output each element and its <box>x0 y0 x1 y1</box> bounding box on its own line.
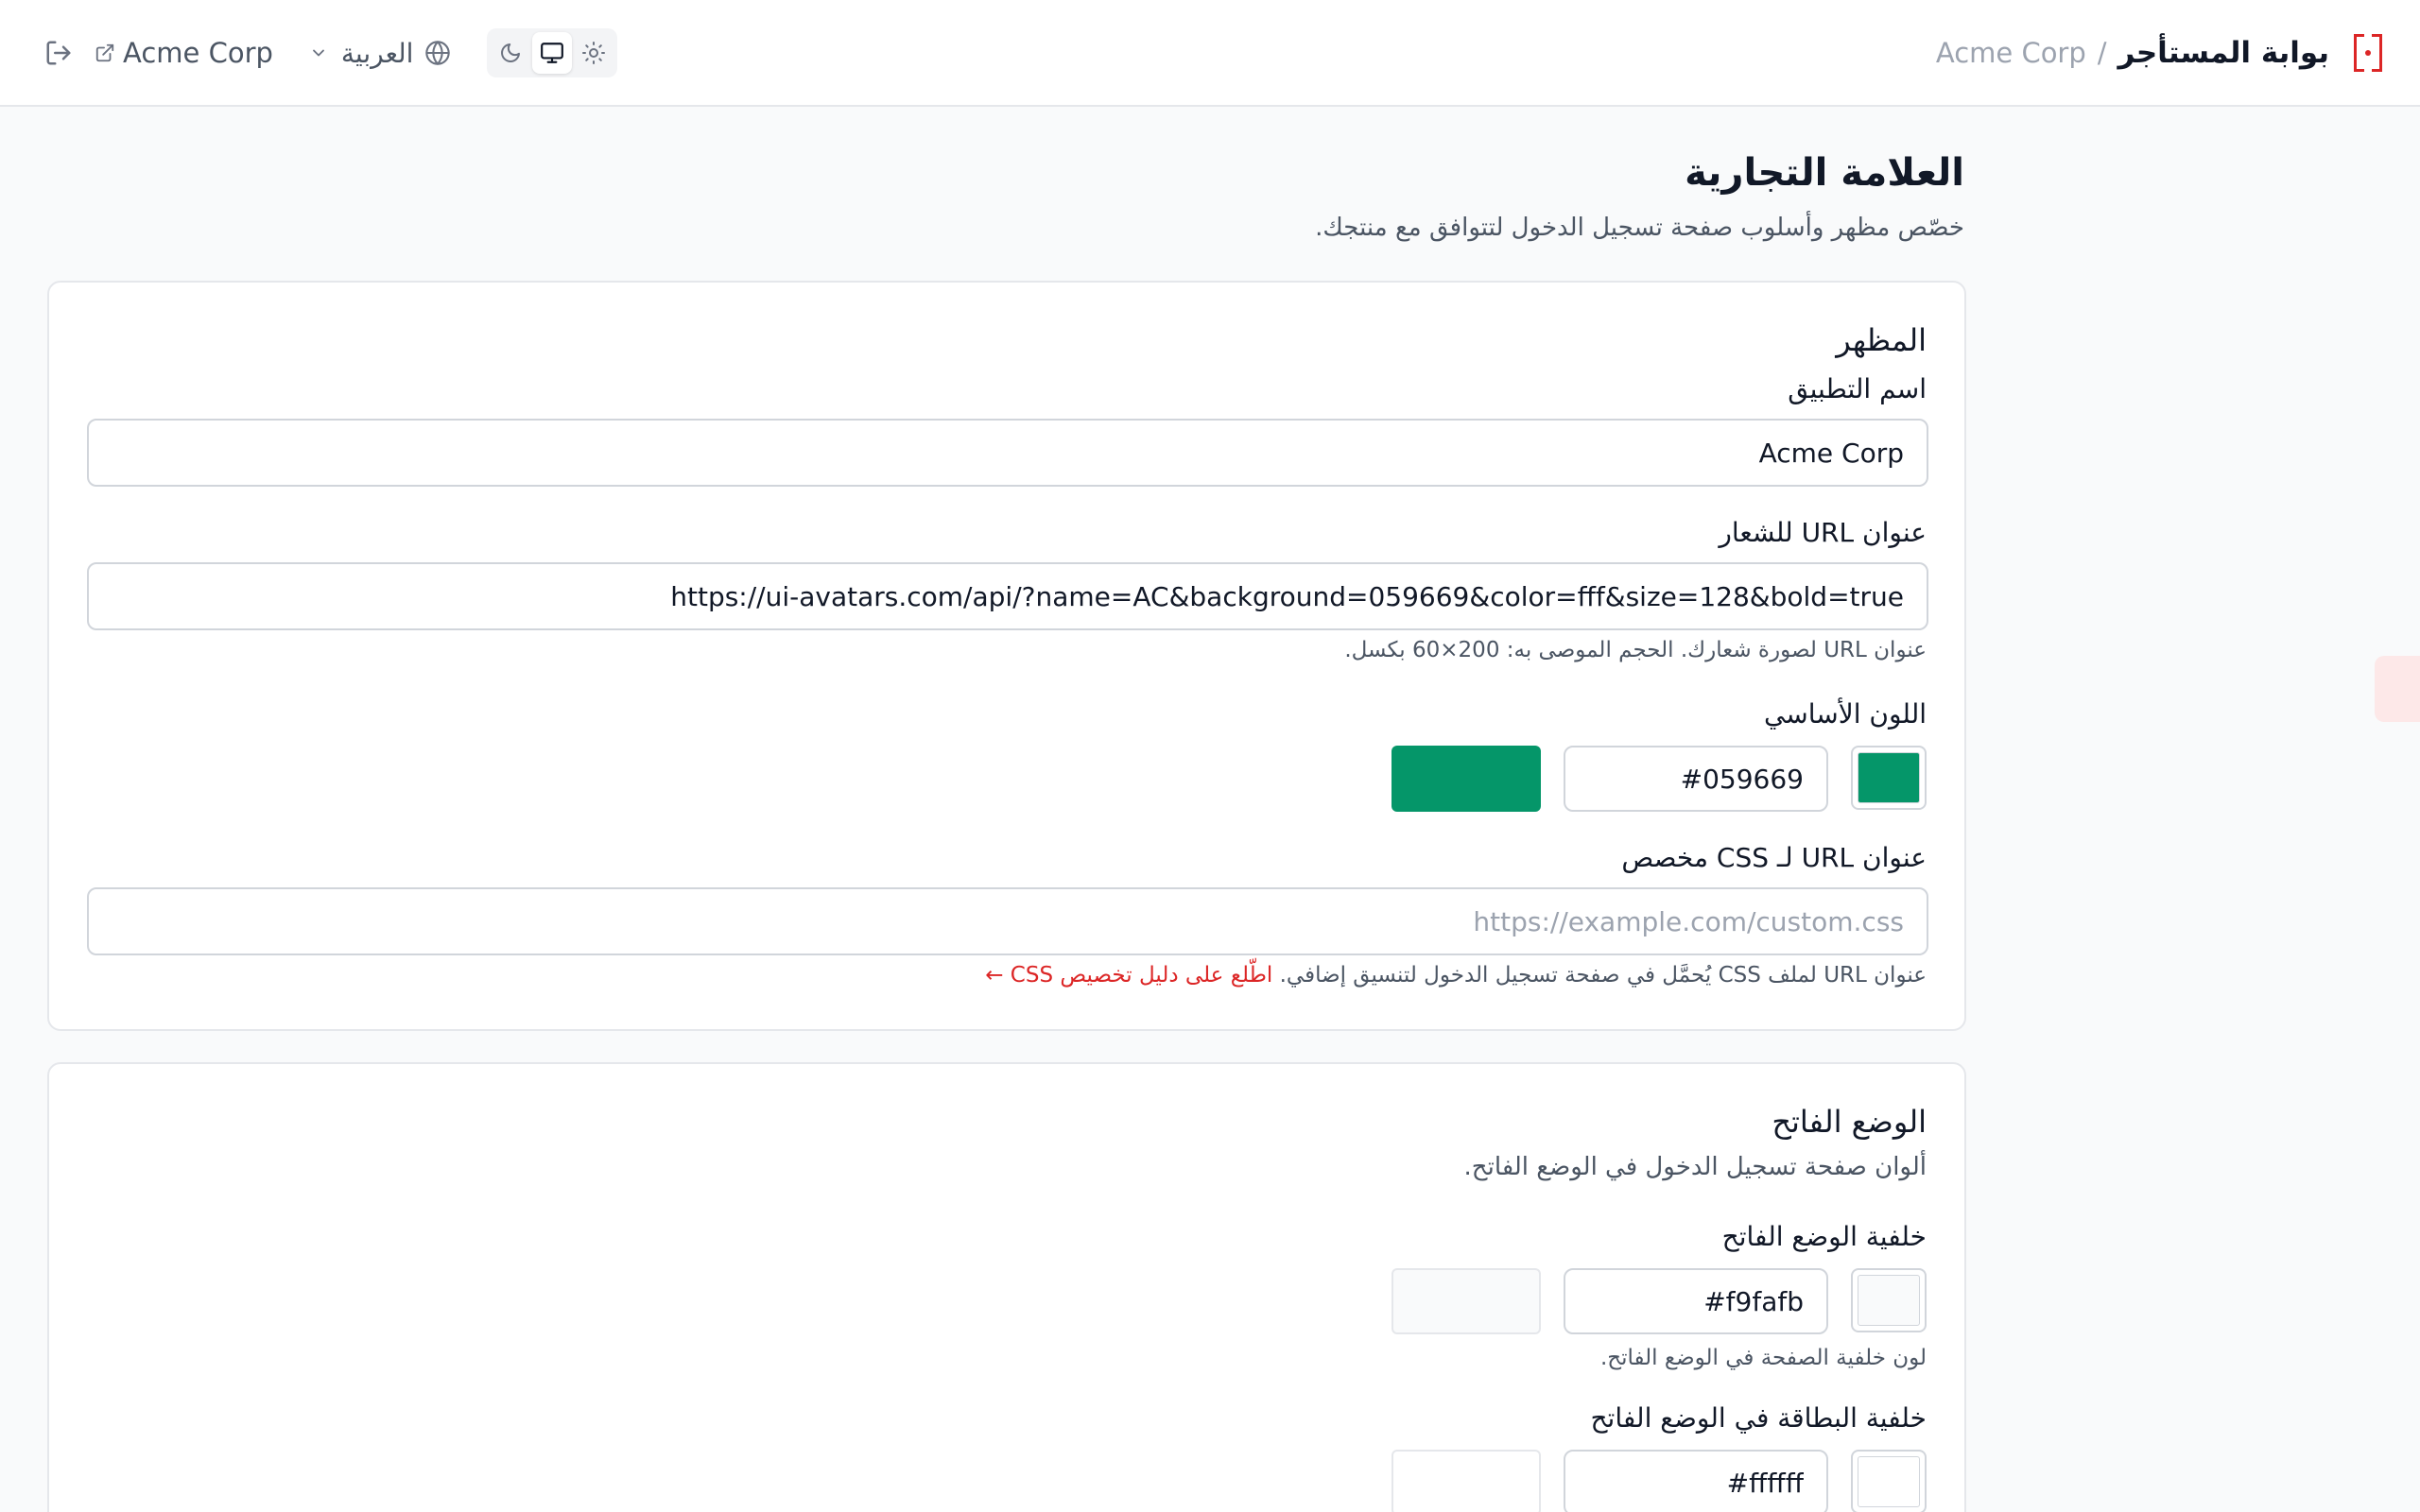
light-background-picker[interactable] <box>1851 1268 1927 1332</box>
light-background-hint: لون خلفية الصفحة في الوضع الفاتح. <box>1599 1346 1927 1370</box>
language-selector[interactable]: العربية <box>309 38 452 69</box>
moon-icon <box>501 43 521 62</box>
theme-light-option[interactable] <box>574 32 614 74</box>
brand-logo-icon <box>2354 34 2382 72</box>
language-label: العربية <box>340 37 414 69</box>
css-guide-link[interactable]: اطّلع على دليل تخصيص CSS ← <box>985 963 1272 988</box>
light-card-background-swatch <box>1858 1456 1920 1507</box>
light-card-background-picker[interactable] <box>1851 1450 1927 1512</box>
light-mode-description: ألوان صفحة تسجيل الدخول في الوضع الفاتح. <box>1463 1153 1927 1181</box>
light-background-label: خلفية الوضع الفاتح <box>1721 1221 1927 1252</box>
theme-system-option[interactable] <box>532 32 573 74</box>
primary-color-picker[interactable] <box>1851 746 1927 810</box>
light-mode-title: الوضع الفاتح <box>1772 1104 1927 1140</box>
header-tools: Acme Corp العربية <box>38 26 618 79</box>
primary-color-swatch <box>1858 752 1920 803</box>
primary-color-label: اللون الأساسي <box>1763 698 1927 730</box>
light-card-background-label: خلفية البطاقة في الوضع الفاتح <box>1590 1402 1927 1434</box>
chevron-down-icon <box>312 49 324 57</box>
light-background-swatch <box>1858 1275 1920 1326</box>
tenant-link-label: Acme Corp <box>123 37 273 69</box>
light-mode-card: الوضع الفاتح ألوان صفحة تسجيل الدخول في … <box>47 1062 1966 1512</box>
primary-color-hex-input[interactable] <box>1564 746 1828 812</box>
external-link-icon <box>95 43 114 62</box>
custom-css-hint-text: عنوان URL لملف CSS يُحمَّل في صفحة تسجيل… <box>1279 963 1927 988</box>
globe-icon <box>425 41 451 65</box>
theme-switcher <box>487 28 618 77</box>
brand-group: Acme Corp / بوابة المستأجر <box>1936 26 2382 79</box>
custom-css-hint: عنوان URL لملف CSS يُحمَّل في صفحة تسجيل… <box>985 963 1927 988</box>
side-feedback-tab[interactable] <box>2375 656 2420 722</box>
app-name-input[interactable] <box>87 419 1928 487</box>
page-title: العلامة التجارية <box>1685 151 1964 195</box>
logout-icon[interactable] <box>38 32 79 74</box>
breadcrumb-separator: / <box>2097 37 2107 69</box>
appearance-card: المظهر اسم التطبيق عنوان URL للشعار عنوا… <box>47 281 1966 1031</box>
custom-css-label: عنوان URL لـ CSS مخصص <box>1621 842 1927 873</box>
light-card-background-hex-input[interactable] <box>1564 1450 1828 1512</box>
logo-url-label: عنوان URL للشعار <box>1719 517 1927 548</box>
sun-icon <box>582 42 606 64</box>
breadcrumb-tenant[interactable]: Acme Corp <box>1936 37 2086 69</box>
portal-title[interactable]: بوابة المستأجر <box>2118 36 2329 70</box>
top-header: Acme Corp / بوابة المستأجر Acme Corp الع… <box>0 0 2420 107</box>
light-card-background-preview <box>1392 1450 1541 1512</box>
appearance-title: المظهر <box>1836 322 1927 358</box>
custom-css-input[interactable] <box>87 887 1928 955</box>
theme-dark-option[interactable] <box>491 32 530 74</box>
page-subtitle: خصّص مظهر وأسلوب صفحة تسجيل الدخول لتتوا… <box>1315 214 1964 242</box>
logo-url-hint: عنوان URL لصورة شعارك. الحجم الموصى به: … <box>1344 638 1927 662</box>
primary-color-preview <box>1392 746 1541 812</box>
light-background-preview <box>1392 1268 1541 1334</box>
tenant-external-link[interactable]: Acme Corp <box>95 37 273 69</box>
monitor-icon <box>541 43 564 63</box>
app-name-label: اسم التطبيق <box>1788 373 1927 404</box>
light-background-hex-input[interactable] <box>1564 1268 1828 1334</box>
logo-url-input[interactable] <box>87 562 1928 630</box>
